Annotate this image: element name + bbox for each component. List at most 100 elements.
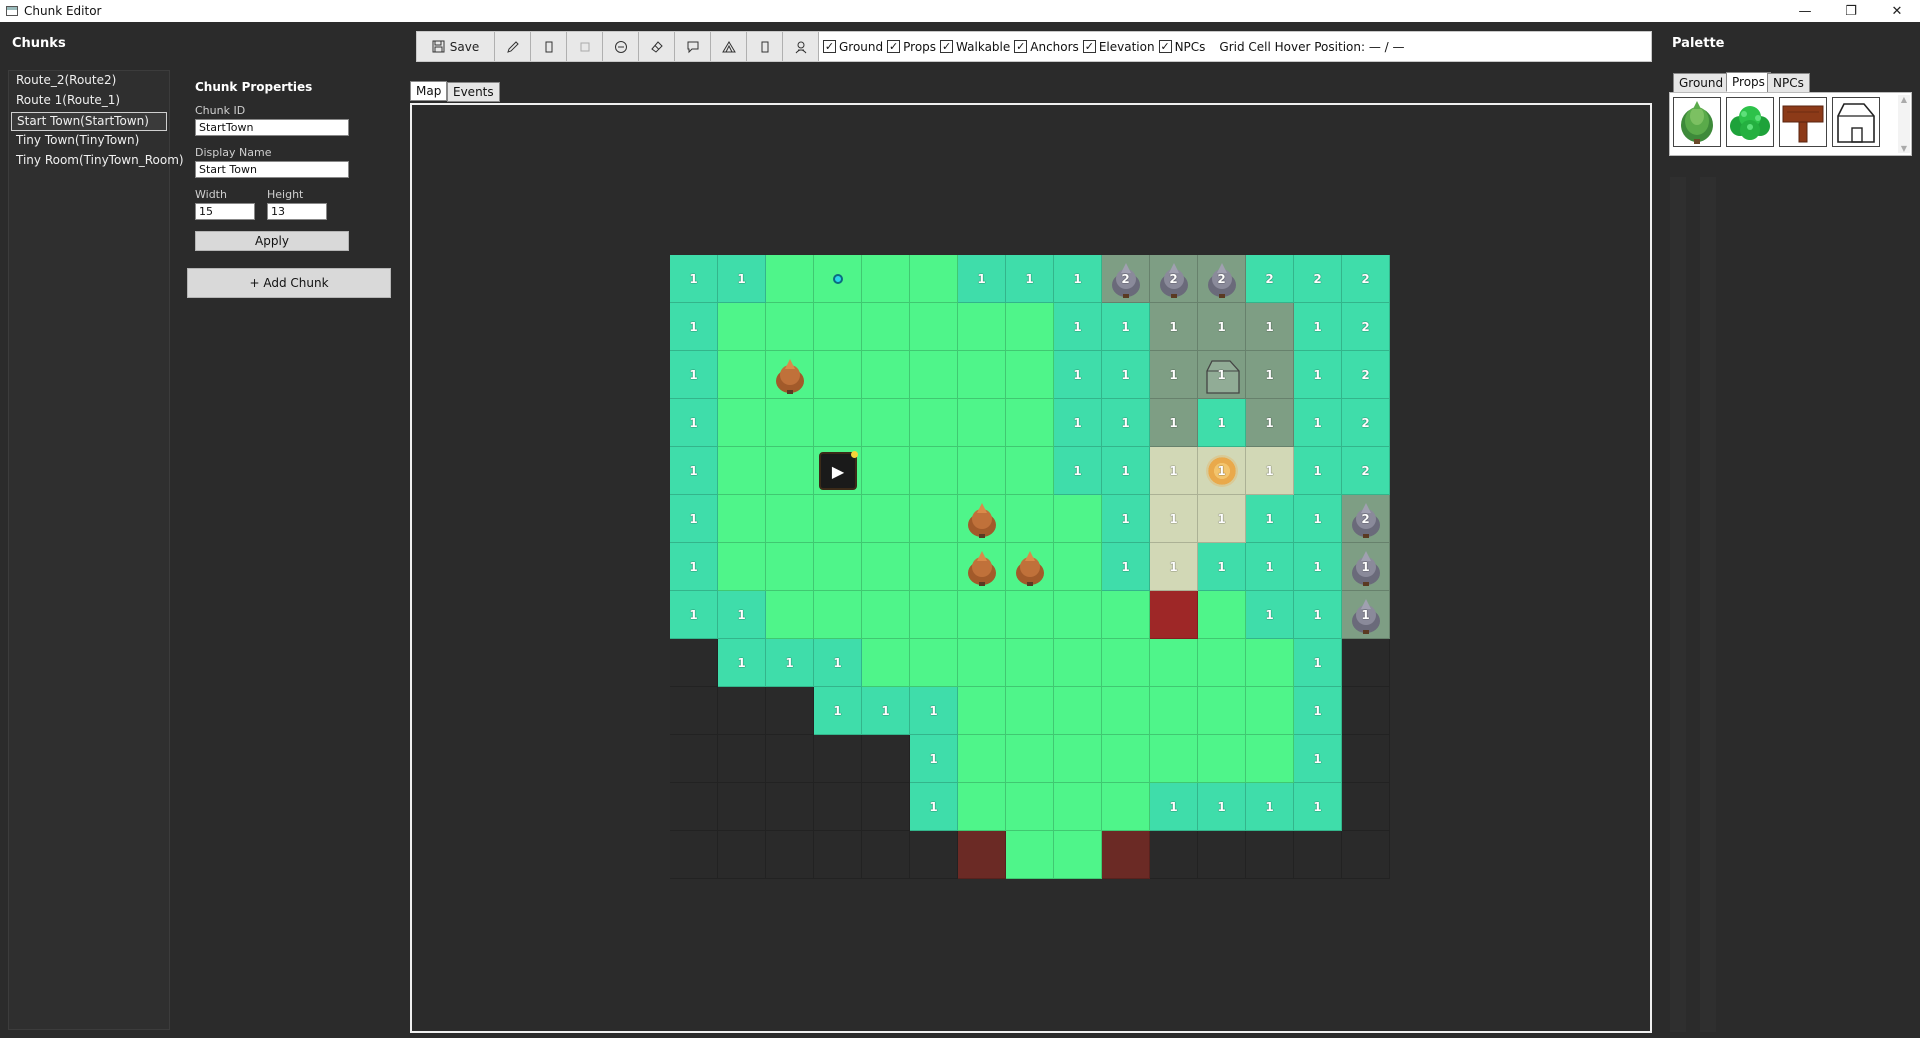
grid-cell[interactable]	[766, 495, 814, 543]
grid-cell[interactable]	[814, 255, 862, 303]
grid-cell[interactable]: 1	[1198, 543, 1246, 591]
grid-cell[interactable]	[1246, 687, 1294, 735]
palette-item-bush[interactable]	[1726, 97, 1774, 147]
npc-icon[interactable]: ▶	[819, 451, 858, 490]
grid-cell[interactable]	[1198, 831, 1246, 879]
grid-cell[interactable]	[910, 495, 958, 543]
grid-cell[interactable]: 1	[1198, 495, 1246, 543]
grid-cell[interactable]	[1102, 591, 1150, 639]
grid-cell[interactable]: 1	[1294, 351, 1342, 399]
pencil-tool-button[interactable]	[495, 32, 531, 61]
grid-cell[interactable]: 1	[1294, 687, 1342, 735]
grid-cell[interactable]	[1150, 639, 1198, 687]
grid-cell[interactable]	[814, 399, 862, 447]
grid-cell[interactable]	[862, 783, 910, 831]
grid-cell[interactable]: 2	[1294, 255, 1342, 303]
grid-cell[interactable]: 1	[1198, 303, 1246, 351]
grid-cell[interactable]	[910, 399, 958, 447]
grid-cell[interactable]	[1342, 687, 1390, 735]
anchor-icon[interactable]	[833, 274, 843, 284]
grid-cell[interactable]	[862, 591, 910, 639]
palette-tab-npcs[interactable]: NPCs	[1767, 73, 1810, 93]
grid-cell[interactable]	[910, 303, 958, 351]
grid-cell[interactable]: 2	[1342, 303, 1390, 351]
grid-cell[interactable]	[1150, 591, 1198, 639]
grid-cell[interactable]	[1054, 543, 1102, 591]
grid-cell[interactable]: 1	[1054, 255, 1102, 303]
npcs-checkbox[interactable]: ✓ NPCs	[1158, 40, 1205, 54]
tile-grid[interactable]: 1 1 1 1 1 2 2 2 2 2 2 1 1 1 1 1 1 1 2 1 1 1 1 1 1 1 2 1 1 1 1 1 1 1 2 1 ▶ 1 1 1…	[670, 255, 1390, 879]
grid-cell[interactable]: 1	[1102, 543, 1150, 591]
grid-cell[interactable]	[814, 495, 862, 543]
grid-cell[interactable]: 1	[1246, 543, 1294, 591]
chunk-list[interactable]: Route_2(Route2) Route 1(Route_1) Start T…	[8, 70, 184, 1030]
grid-cell[interactable]: 1	[1246, 783, 1294, 831]
grid-cell[interactable]	[766, 303, 814, 351]
apply-button[interactable]: Apply	[195, 231, 349, 251]
grid-cell[interactable]	[862, 399, 910, 447]
palette-scrollbar[interactable]: ▲ ▼	[1898, 95, 1910, 153]
grid-cell[interactable]	[1150, 735, 1198, 783]
grid-cell[interactable]	[910, 591, 958, 639]
grid-cell[interactable]: 1	[1150, 447, 1198, 495]
grid-cell[interactable]	[814, 543, 862, 591]
grid-cell[interactable]: 2	[1102, 255, 1150, 303]
comment-tool-button[interactable]	[675, 32, 711, 61]
grid-cell[interactable]	[1342, 735, 1390, 783]
grid-cell[interactable]	[766, 783, 814, 831]
ground-checkbox[interactable]: ✓ Ground	[823, 40, 883, 54]
height-input[interactable]: 13	[267, 203, 327, 220]
grid-cell[interactable]	[766, 543, 814, 591]
grid-cell[interactable]: 1	[718, 255, 766, 303]
grid-cell[interactable]	[718, 831, 766, 879]
grid-cell[interactable]	[670, 831, 718, 879]
grid-cell[interactable]: 1	[1342, 543, 1390, 591]
grid-cell[interactable]	[862, 255, 910, 303]
grid-cell[interactable]	[814, 735, 862, 783]
grid-cell[interactable]: 2	[1342, 399, 1390, 447]
grid-cell[interactable]	[862, 543, 910, 591]
grid-cell[interactable]: 1	[1294, 639, 1342, 687]
grid-cell[interactable]: 1	[1150, 351, 1198, 399]
grid-cell[interactable]	[1246, 639, 1294, 687]
grid-cell[interactable]: 1	[1294, 303, 1342, 351]
grid-cell[interactable]	[1246, 831, 1294, 879]
grid-cell[interactable]: 1	[910, 783, 958, 831]
chunk-item-tinyroom[interactable]: Tiny Room(TinyTown_Room)	[11, 152, 184, 171]
grid-cell[interactable]: 1	[1054, 447, 1102, 495]
grid-cell[interactable]: 1	[1102, 399, 1150, 447]
grid-cell[interactable]	[766, 255, 814, 303]
grid-cell[interactable]	[910, 351, 958, 399]
grid-cell[interactable]	[958, 351, 1006, 399]
elevation-tool-button[interactable]	[711, 32, 747, 61]
grid-cell[interactable]	[1006, 735, 1054, 783]
add-chunk-button[interactable]: + Add Chunk	[187, 268, 391, 298]
grid-cell[interactable]	[718, 447, 766, 495]
grid-cell[interactable]	[958, 543, 1006, 591]
grid-cell[interactable]	[766, 399, 814, 447]
grid-cell[interactable]	[814, 303, 862, 351]
grid-cell[interactable]	[814, 351, 862, 399]
grid-cell[interactable]: 1	[670, 447, 718, 495]
maximize-button[interactable]: ❐	[1828, 0, 1874, 22]
grid-cell[interactable]: 1	[1246, 591, 1294, 639]
grid-cell[interactable]: 2	[1198, 255, 1246, 303]
grid-cell[interactable]: 1	[1246, 303, 1294, 351]
grid-cell[interactable]	[1198, 591, 1246, 639]
grid-cell[interactable]	[910, 255, 958, 303]
grid-cell[interactable]: 1	[670, 351, 718, 399]
width-input[interactable]: 15	[195, 203, 255, 220]
grid-cell[interactable]	[1054, 495, 1102, 543]
grid-cell[interactable]	[718, 783, 766, 831]
grid-cell[interactable]	[1006, 399, 1054, 447]
chunk-item-tinytown[interactable]: Tiny Town(TinyTown)	[11, 132, 167, 151]
grid-cell[interactable]: 2	[1246, 255, 1294, 303]
grid-cell[interactable]	[1342, 783, 1390, 831]
grid-cell[interactable]: 1	[1150, 303, 1198, 351]
grid-cell[interactable]: 1	[1198, 447, 1246, 495]
grid-cell[interactable]	[862, 639, 910, 687]
grid-cell[interactable]: 1	[958, 255, 1006, 303]
chunk-item-route1[interactable]: Route 1(Route_1)	[11, 92, 167, 111]
grid-cell[interactable]: 1	[1342, 591, 1390, 639]
grid-cell[interactable]	[1198, 735, 1246, 783]
